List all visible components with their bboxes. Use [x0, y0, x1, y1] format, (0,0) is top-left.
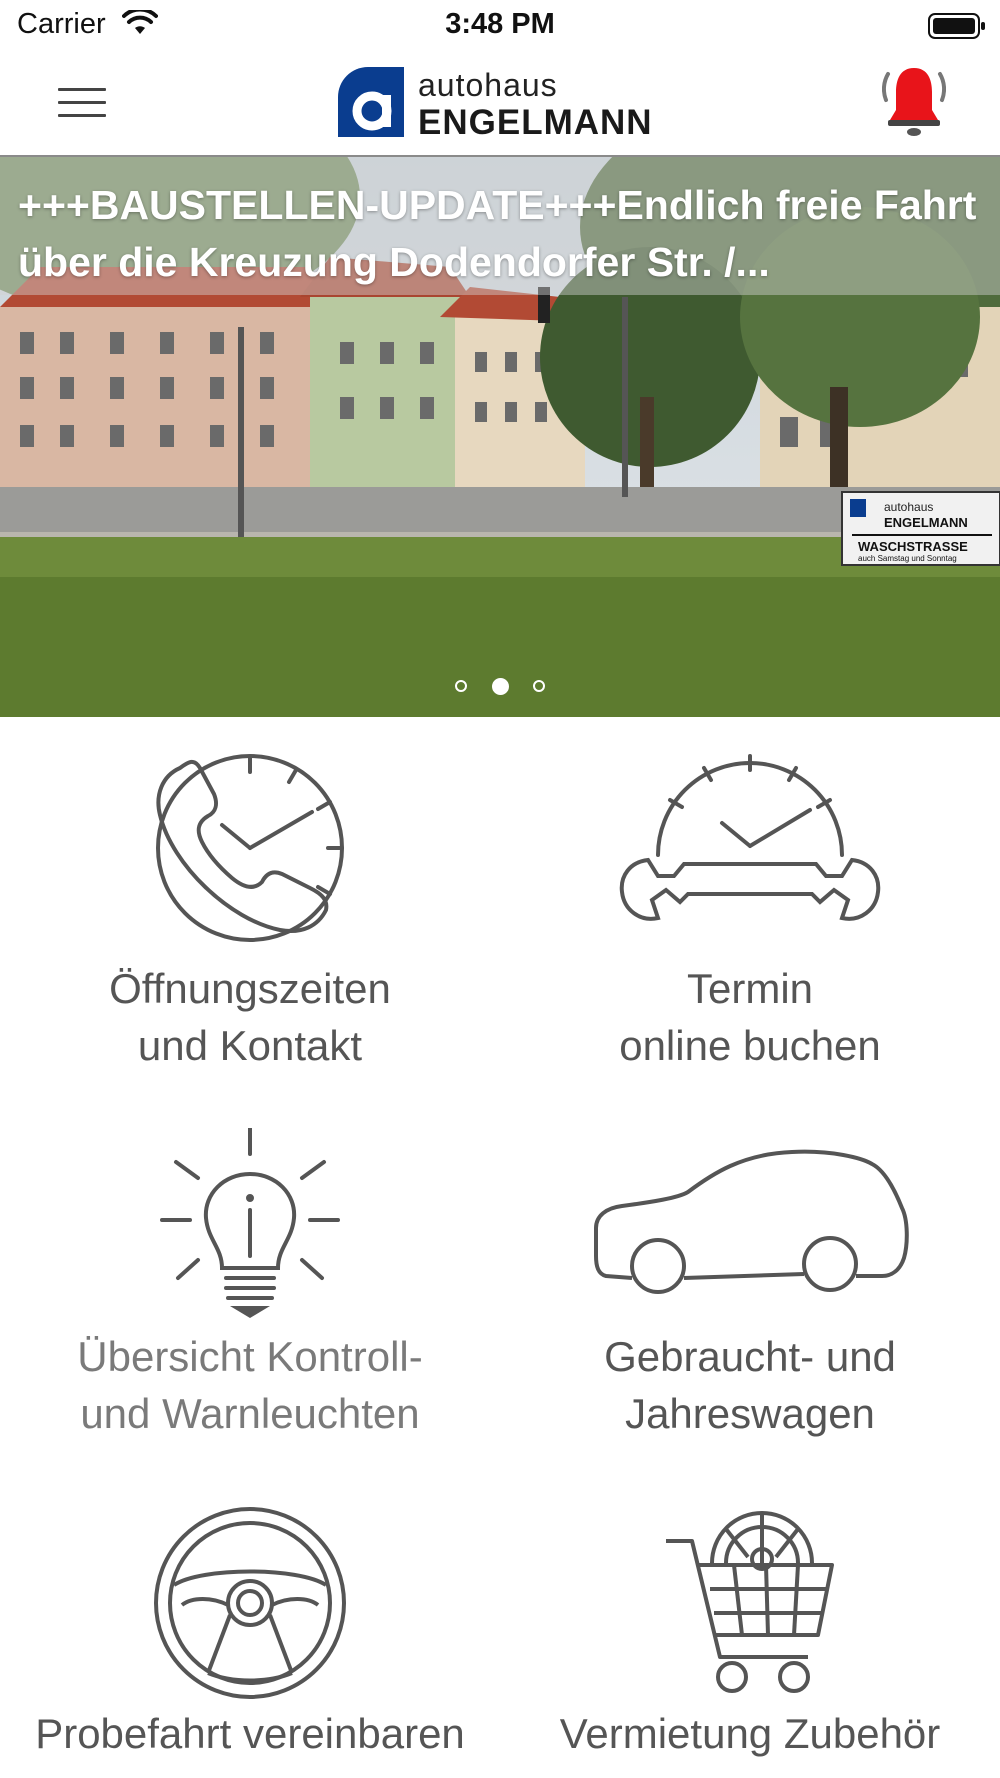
- navigation-bar: autohaus ENGELMANN: [0, 52, 1000, 157]
- logo-mark-icon: [338, 67, 404, 137]
- tile-opening-hours-contact[interactable]: Öffnungszeiten und Kontakt: [0, 750, 500, 1080]
- carousel-dot-3[interactable]: [532, 680, 545, 692]
- hamburger-menu-icon[interactable]: [52, 78, 112, 128]
- sign-text-engelmann: ENGELMANN: [884, 515, 968, 530]
- clock-wrench-icon: [619, 754, 881, 921]
- steering-wheel-icon: [154, 1507, 346, 1699]
- tile-rental-accessories[interactable]: Vermietung Zubehör: [500, 1505, 1000, 1775]
- tile-label-line2: Jahreswagen: [625, 1390, 875, 1437]
- brand-logo: autohaus ENGELMANN: [338, 65, 668, 145]
- battery-icon: [928, 13, 985, 39]
- tile-label-line1: Probefahrt vereinbaren: [35, 1710, 465, 1757]
- logo-text-top: autohaus: [418, 67, 558, 103]
- carousel-pagination: [0, 678, 1000, 697]
- tile-label-line1: Gebraucht- und: [604, 1333, 896, 1380]
- lightbulb-icon: [160, 1128, 340, 1318]
- logo-text-bottom: ENGELMANN: [418, 103, 653, 142]
- carousel-dot-2[interactable]: [491, 678, 509, 696]
- sign-text-autohaus: autohaus: [884, 500, 933, 514]
- news-carousel[interactable]: autohaus ENGELMANN WASCHSTRASSE auch Sam…: [0, 157, 1000, 717]
- sign-text-waschstrasse: WASCHSTRASSE: [858, 539, 968, 554]
- tile-warning-lights-overview[interactable]: Übersicht Kontroll- und Warnleuchten: [0, 1128, 500, 1458]
- clock-time: 3:48 PM: [445, 8, 555, 40]
- alarm-bell-icon[interactable]: [882, 62, 946, 138]
- tile-label-line2: und Warnleuchten: [80, 1390, 420, 1437]
- news-headline[interactable]: +++BAUSTELLEN-UPDATE+++Endlich freie Fah…: [18, 177, 988, 291]
- tile-label-line1: Termin: [686, 965, 814, 1012]
- tile-used-annual-cars[interactable]: Gebraucht- und Jahreswagen: [500, 1128, 1000, 1458]
- phone-clock-icon: [156, 754, 344, 942]
- shopping-cart-wheel-icon: [666, 1511, 834, 1693]
- car-icon: [594, 1149, 909, 1294]
- tile-label-line1: Öffnungszeiten: [109, 965, 391, 1012]
- tile-label-line2: online buchen: [619, 1022, 881, 1069]
- tile-label-line1: Übersicht Kontroll-: [77, 1333, 423, 1380]
- tile-test-drive[interactable]: Probefahrt vereinbaren: [0, 1505, 500, 1775]
- status-bar: Carrier 3:48 PM: [0, 0, 1000, 50]
- sign-text-weekend: auch Samstag und Sonntag: [858, 554, 957, 563]
- tile-label-line1: Vermietung Zubehör: [559, 1710, 941, 1757]
- tile-label-line2: und Kontakt: [137, 1022, 363, 1069]
- tile-book-appointment[interactable]: Termin online buchen: [500, 750, 1000, 1080]
- carousel-dot-1[interactable]: [455, 680, 468, 692]
